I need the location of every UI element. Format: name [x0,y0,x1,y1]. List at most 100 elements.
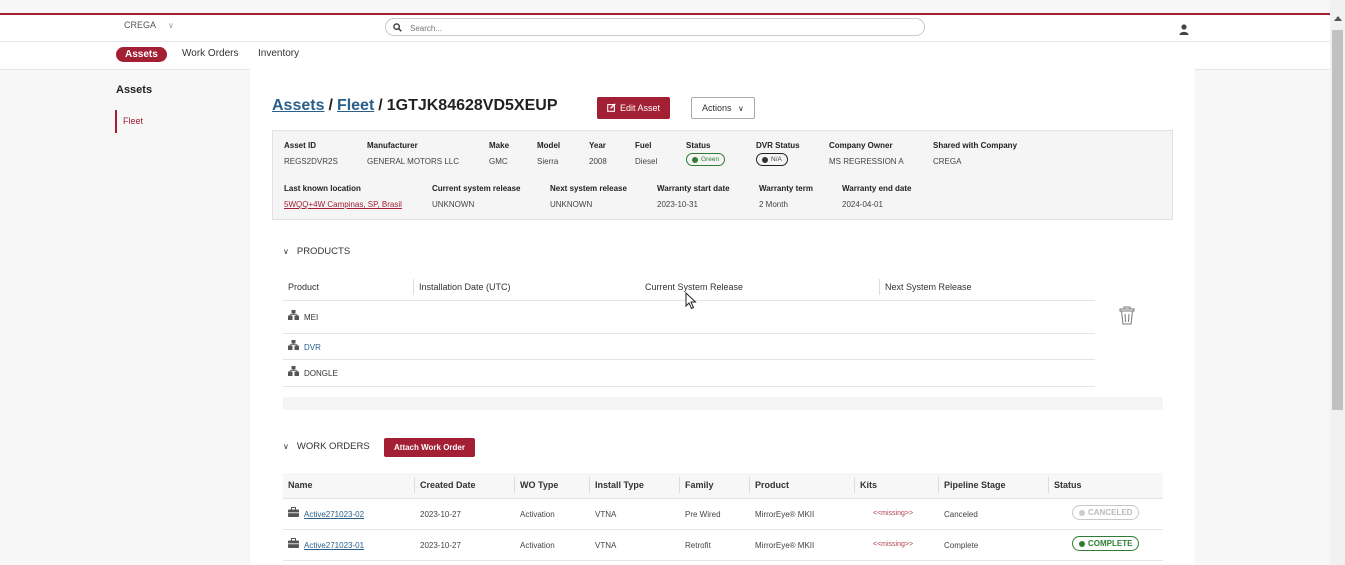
field-label: Fuel [635,141,652,150]
install-type: VTNA [595,510,617,519]
dvr-status-badge: N/A [756,153,788,166]
family: Pre Wired [685,510,721,519]
status-badge: Green [686,153,726,166]
briefcase-icon [288,538,299,548]
field-value-wrap: N/A [756,153,800,166]
actions-dropdown-button[interactable]: Actions ∨ [691,97,755,119]
product-hierarchy-icon [288,310,299,320]
company-selector[interactable]: CREGA ∨ [124,20,174,30]
install-type: VTNA [595,541,617,550]
column-divider [514,477,515,493]
column-header: Installation Date (UTC) [419,282,511,292]
kits-value: <<missing>> [873,541,914,548]
chevron-down-icon: ∨ [738,104,744,113]
product-hierarchy-icon [288,366,299,376]
column-header: Product [288,282,320,292]
mouse-cursor-icon [685,292,697,310]
column-header: WO Type [520,480,559,490]
page-title: 1GTJK84628VD5XEUP [386,97,558,114]
search-input[interactable] [408,20,912,36]
briefcase-icon [288,507,299,517]
column-divider [1048,477,1049,493]
field-next-release: Next system release UNKNOWN [550,184,627,209]
work-order-link[interactable]: Active271023-02 [304,510,364,519]
field-value: 2008 [589,157,607,166]
scroll-up-arrow-icon[interactable] [1334,16,1342,21]
field-company-owner: Company Owner MS REGRESSION A [829,141,904,166]
column-divider [854,477,855,493]
breadcrumb: Assets / Fleet/1GTJK84628VD5XEUP [272,97,558,115]
field-year: Year 2008 [589,141,607,166]
field-label: Next system release [550,184,627,193]
field-manufacturer: Manufacturer GENERAL MOTORS LLC [367,141,459,166]
chevron-down-icon: ∨ [283,442,289,451]
column-header: Family [685,480,714,490]
scrollbar-thumb[interactable] [1332,30,1343,410]
field-warranty-term: Warranty term 2 Month [759,184,813,209]
field-warranty-start: Warranty start date 2023-10-31 [657,184,730,209]
field-value: UNKNOWN [432,200,475,209]
column-header: Install Type [595,480,644,490]
field-warranty-end: Warranty end date 2024-04-01 [842,184,912,209]
field-label: Current system release [432,184,521,193]
pipeline-stage: Canceled [944,510,978,519]
status-dot [1079,540,1085,547]
table-row[interactable]: DONGLE [283,360,1095,387]
work-orders-table: Name Created Date WO Type Install Type F… [283,473,1163,561]
work-orders-table-header: Name Created Date WO Type Install Type F… [283,473,1163,499]
trash-icon[interactable] [1116,305,1138,327]
field-status: Status Green [686,141,726,166]
field-model: Model Sierra [537,141,560,166]
work-orders-section-toggle[interactable]: ∨ WORK ORDERS [283,441,370,452]
product-name-link[interactable]: DVR [304,343,321,352]
table-row[interactable]: DVR [283,334,1095,360]
column-header: Pipeline Stage [944,480,1006,490]
edit-asset-button[interactable]: Edit Asset [597,97,671,119]
status-dot [762,156,768,163]
column-header: Current System Release [645,282,744,292]
breadcrumb-separator: / [328,97,333,114]
breadcrumb-assets-link[interactable]: Assets [272,97,324,114]
nav-tab-inventory[interactable]: Inventory [258,48,299,59]
field-shared-company: Shared with Company CREGA [933,141,1017,166]
column-header: Kits [860,480,878,490]
page-scrollbar[interactable] [1330,0,1345,565]
products-section-toggle[interactable]: ∨ PRODUCTS [283,246,350,257]
nav-tab-work-orders[interactable]: Work Orders [182,48,239,59]
field-label: Make [489,141,510,150]
field-value: 2024-04-01 [842,200,883,209]
field-value: REGS2DVR2S [284,157,338,166]
product-name: MEI [304,313,319,322]
column-header: Status [1054,480,1082,490]
table-row[interactable]: Active271023-02 2023-10-27 Activation VT… [283,499,1163,530]
kits-value: <<missing>> [873,510,914,517]
created-date: 2023-10-27 [420,510,461,519]
field-value-wrap: Green [686,153,726,166]
chevron-down-icon: ∨ [168,21,174,30]
field-value: GMC [489,157,508,166]
asset-detail-panel: Assets / Fleet/1GTJK84628VD5XEUP Edit Asse… [250,69,1195,565]
work-order-link[interactable]: Active271023-01 [304,541,364,550]
family: Retrofit [685,541,711,550]
top-bar: CREGA ∨ [0,15,1330,41]
attach-work-order-button[interactable]: Attach Work Order [384,438,475,457]
asset-info-card: Asset ID REGS2DVR2S Manufacturer GENERAL… [272,130,1173,220]
sidebar-item-fleet[interactable]: Fleet [115,110,143,133]
table-row[interactable]: Active271023-01 2023-10-27 Activation VT… [283,530,1163,561]
field-label: Warranty end date [842,184,912,193]
column-header: Product [755,480,790,490]
field-dvr-status: DVR Status N/A [756,141,800,166]
global-search[interactable] [385,18,925,36]
user-menu[interactable] [1179,22,1189,40]
user-icon [1179,24,1189,35]
breadcrumb-separator: / [378,97,383,114]
column-divider [879,279,880,295]
nav-tab-assets[interactable]: Assets [116,47,167,62]
column-divider [679,477,680,493]
column-header: Next System Release [885,282,972,292]
column-divider [938,477,939,493]
breadcrumb-fleet-link[interactable]: Fleet [337,97,374,114]
location-link[interactable]: 5WQQ+4W Campinas, SP, Brasil [284,200,402,209]
field-value: 2023-10-31 [657,200,698,209]
wo-type: Activation [520,541,555,550]
